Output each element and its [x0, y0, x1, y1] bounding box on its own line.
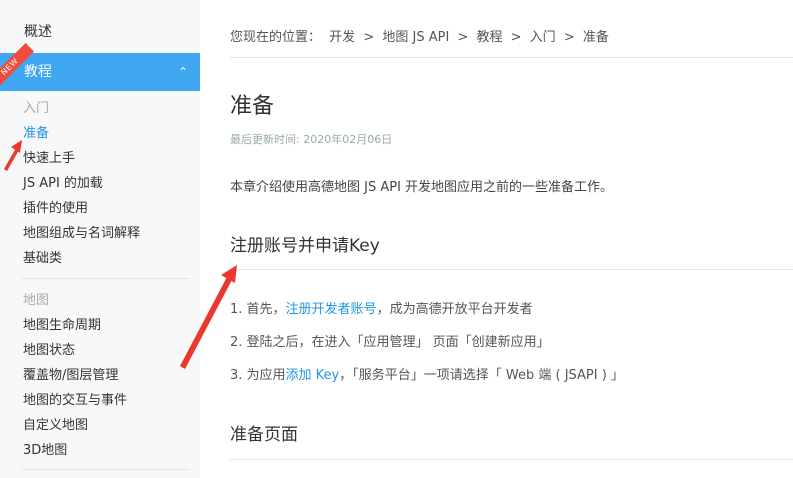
sidebar-item-3d-map[interactable]: 3D地图 [0, 438, 200, 463]
main-content: 您现在的位置： 开发 > 地图 JS API > 教程 > 入门 > 准备 准备… [200, 0, 793, 478]
section-heading-prepare-page: 准备页面 [230, 425, 298, 445]
sidebar-divider [22, 469, 190, 470]
sidebar-item-quickstart[interactable]: 快速上手 [0, 146, 200, 171]
breadcrumb-item-current: 准备 [582, 30, 609, 45]
intro-text: 本章介绍使用高德地图 JS API 开发地图应用之前的一些准备工作。 [230, 180, 614, 195]
section-divider [230, 459, 793, 460]
sidebar-item-tutorial-label: 教程 [24, 64, 52, 80]
sidebar-item-plugins[interactable]: 插件的使用 [0, 196, 200, 221]
sidebar-section-caption: 入门 [23, 101, 50, 116]
breadcrumb-prefix: 您现在的位置： [230, 30, 322, 45]
sidebar-item-overview[interactable]: 概述 [0, 12, 200, 52]
page-title: 准备 [230, 94, 275, 119]
add-key-link[interactable]: 添加 Key [286, 368, 340, 383]
sidebar-item-prepare[interactable]: 准备 [0, 121, 200, 146]
breadcrumb-separator: > [563, 30, 575, 45]
sidebar-item-tutorial[interactable]: NEW 教程 ⌃ [0, 42, 200, 92]
breadcrumb-item[interactable]: 入门 [530, 30, 556, 45]
breadcrumb-separator: > [457, 30, 469, 45]
step-3-prefix: 3. 为应用 [230, 368, 286, 383]
sidebar-section-getting-started: 入门 准备 快速上手 JS API 的加载 插件的使用 地图组成与名词解释 基础… [0, 96, 200, 271]
breadcrumb-separator: > [363, 30, 375, 45]
register-developer-link[interactable]: 注册开发者账号 [286, 302, 377, 317]
sidebar-section-caption: 地图 [23, 293, 50, 308]
section-divider [230, 269, 793, 270]
breadcrumb-item[interactable]: 地图 JS API [382, 30, 449, 45]
step-3: 3. 为应用添加 Key，「服务平台」一项请选择「 Web 端 ( JSAPI … [230, 364, 624, 383]
sidebar-item-basic-classes[interactable]: 基础类 [0, 246, 200, 271]
step-3-suffix: ，「服务平台」一项请选择「 Web 端 ( JSAPI ) 」 [339, 368, 624, 383]
breadcrumb-item[interactable]: 教程 [476, 30, 502, 45]
breadcrumb-separator: > [510, 30, 522, 45]
sidebar-divider [22, 278, 190, 279]
chevron-up-icon: ⌃ [177, 65, 188, 79]
breadcrumb-item[interactable]: 开发 [329, 30, 355, 45]
sidebar: 概述 NEW 教程 ⌃ 入门 准备 快速上手 JS API 的加载 插件的使用 … [0, 0, 200, 478]
sidebar-item-jsapi-loading[interactable]: JS API 的加载 [0, 171, 200, 196]
step-1-prefix: 1. 首先， [230, 302, 286, 317]
last-updated: 最后更新时间: 2020年02月06日 [230, 133, 393, 146]
sidebar-item-overlays[interactable]: 覆盖物/图层管理 [0, 363, 200, 388]
step-2: 2. 登陆之后，在进入「应用管理」 页面「创建新应用」 [230, 335, 550, 350]
sidebar-item-map-state[interactable]: 地图状态 [0, 338, 200, 363]
sidebar-section-map: 地图 地图生命周期 地图状态 覆盖物/图层管理 地图的交互与事件 自定义地图 3… [0, 288, 200, 463]
page: 概述 NEW 教程 ⌃ 入门 准备 快速上手 JS API 的加载 插件的使用 … [0, 0, 793, 478]
step-1: 1. 首先，注册开发者账号，成为高德开放平台开发者 [230, 298, 533, 317]
header-divider [230, 57, 793, 58]
sidebar-item-custom-map[interactable]: 自定义地图 [0, 413, 200, 438]
breadcrumb: 您现在的位置： 开发 > 地图 JS API > 教程 > 入门 > 准备 [230, 26, 613, 45]
sidebar-item-map-lifecycle[interactable]: 地图生命周期 [0, 313, 200, 338]
sidebar-item-interaction-events[interactable]: 地图的交互与事件 [0, 388, 200, 413]
sidebar-item-map-terms[interactable]: 地图组成与名词解释 [0, 221, 200, 246]
step-1-suffix: ，成为高德开放平台开发者 [376, 302, 533, 317]
section-heading-register: 注册账号并申请Key [230, 236, 380, 256]
